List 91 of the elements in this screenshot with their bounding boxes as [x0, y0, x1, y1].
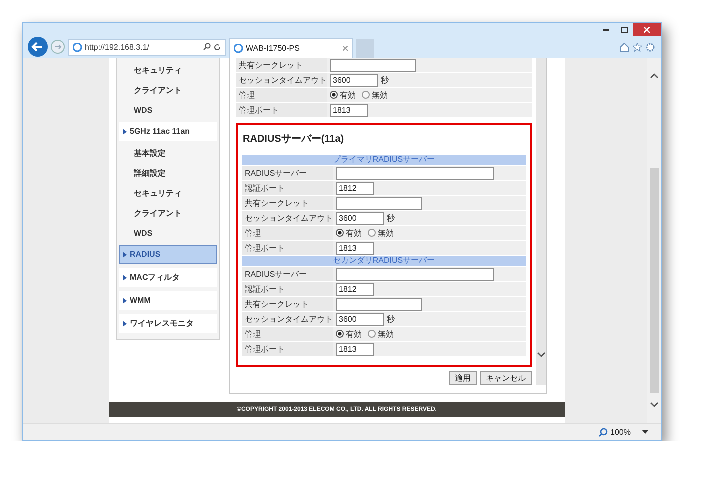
home-icon[interactable] [620, 42, 629, 52]
forward-icon[interactable] [51, 40, 65, 54]
radio-option[interactable]: 有効 [330, 90, 356, 100]
radio-option[interactable]: 無効 [368, 328, 394, 340]
search-icon[interactable] [203, 43, 211, 51]
minimize-icon[interactable] [603, 28, 609, 30]
browser-tab[interactable]: WAB-I1750-PS [229, 38, 353, 58]
caret-down-icon[interactable] [642, 430, 649, 434]
close-icon[interactable] [343, 46, 348, 51]
field-label: 管理ポート [242, 241, 333, 255]
scroll-down-icon[interactable] [650, 402, 658, 408]
radio-icon[interactable] [368, 330, 376, 338]
field-label: 認証ポート [242, 181, 333, 195]
field-label: RADIUSサーバー [242, 166, 333, 180]
text-field[interactable] [336, 166, 494, 180]
menu-item[interactable]: 基本設定 [119, 143, 217, 163]
text-field[interactable]: 3600 [330, 74, 378, 86]
scrollbar[interactable] [536, 58, 546, 385]
apply-button[interactable]: 適用 [449, 371, 477, 385]
radio-icon[interactable] [368, 229, 376, 237]
menu-item[interactable]: 5GHz 11ac 11an [119, 122, 217, 141]
scrollbar-thumb[interactable] [650, 168, 658, 393]
field-label: 管理 [242, 327, 333, 341]
menu-item[interactable]: WMM [119, 291, 217, 310]
caret-icon [123, 252, 127, 258]
field-label: 管理ポート [236, 103, 327, 117]
scroll-up-icon[interactable] [650, 73, 658, 79]
scrollbar[interactable] [647, 58, 661, 423]
radio-option[interactable]: 無効 [362, 90, 388, 100]
text-field[interactable]: 1813 [336, 242, 374, 254]
radio-option[interactable]: 有効 [336, 328, 362, 340]
field-label: 管理ポート [242, 342, 333, 356]
caret-icon [123, 274, 127, 280]
text-field[interactable] [336, 268, 494, 280]
menu-item[interactable]: セキュリティ [119, 60, 217, 80]
url-text: http://192.168.3.1/ [85, 42, 150, 52]
text-field[interactable]: 3600 [336, 312, 384, 326]
caret-icon [123, 128, 127, 134]
menu-item[interactable]: WDS [119, 223, 217, 243]
scroll-down-icon[interactable] [537, 352, 546, 358]
field-label: 管理 [242, 226, 333, 240]
group-heading: プライマリRADIUSサーバー [242, 155, 526, 165]
tab-title: WAB-I1750-PS [246, 44, 300, 53]
text-field[interactable] [336, 196, 422, 210]
browser-logo-icon [234, 44, 243, 53]
address-bar[interactable]: http://192.168.3.1/ [68, 38, 226, 56]
menu-item[interactable]: クライアント [119, 80, 217, 100]
field-label: セッションタイムアウト [242, 211, 333, 225]
unit-label: 秒 [387, 212, 395, 224]
field-label: セッションタイムアウト [236, 73, 327, 87]
field-label: 管理 [236, 88, 327, 102]
menu-item[interactable]: WDS [119, 100, 217, 120]
radio-option[interactable]: 無効 [368, 228, 394, 238]
radio-option[interactable]: 有効 [336, 228, 362, 238]
menu-item[interactable]: 詳細設定 [119, 163, 217, 183]
unit-label: 秒 [381, 74, 389, 86]
field-label: RADIUSサーバー [242, 267, 333, 281]
text-field[interactable]: 1813 [330, 104, 368, 116]
field-label: 共有シークレット [242, 297, 333, 311]
field-label: セッションタイムアウト [242, 312, 333, 326]
section-title: RADIUSサーバー(11a) [243, 133, 346, 146]
refresh-icon[interactable] [214, 44, 221, 50]
menu-item[interactable]: MACフィルタ [119, 268, 217, 287]
text-field[interactable]: 3600 [336, 212, 384, 224]
field-label: 共有シークレット [236, 58, 327, 72]
caret-icon [123, 320, 127, 326]
caret-icon [123, 298, 127, 304]
text-field[interactable]: 1812 [336, 282, 374, 296]
radio-icon[interactable] [336, 330, 344, 338]
maximize-icon[interactable] [620, 26, 628, 32]
text-field[interactable]: 1812 [336, 182, 374, 194]
menu-item[interactable]: RADIUS [119, 245, 217, 264]
radio-icon[interactable] [330, 91, 338, 99]
text-field[interactable] [336, 298, 422, 310]
field-label: 認証ポート [242, 282, 333, 296]
text-field[interactable]: 1813 [336, 342, 374, 356]
menu-item[interactable]: セキュリティ [119, 183, 217, 203]
browser-logo-icon [73, 42, 82, 52]
field-label: 共有シークレット [242, 196, 333, 210]
star-icon[interactable] [633, 42, 642, 52]
menu-item[interactable]: クライアント [119, 203, 217, 223]
zoom-icon[interactable] [598, 428, 608, 436]
menu-item[interactable]: ワイヤレスモニタ [119, 314, 217, 333]
radio-icon[interactable] [362, 91, 370, 99]
zoom-level[interactable]: 100% [610, 428, 631, 436]
back-icon[interactable] [28, 37, 48, 57]
group-heading: セカンダリRADIUSサーバー [242, 256, 526, 266]
radio-icon[interactable] [336, 229, 344, 237]
unit-label: 秒 [387, 314, 395, 324]
text-field[interactable] [330, 58, 416, 72]
cancel-button[interactable]: キャンセル [480, 371, 532, 385]
